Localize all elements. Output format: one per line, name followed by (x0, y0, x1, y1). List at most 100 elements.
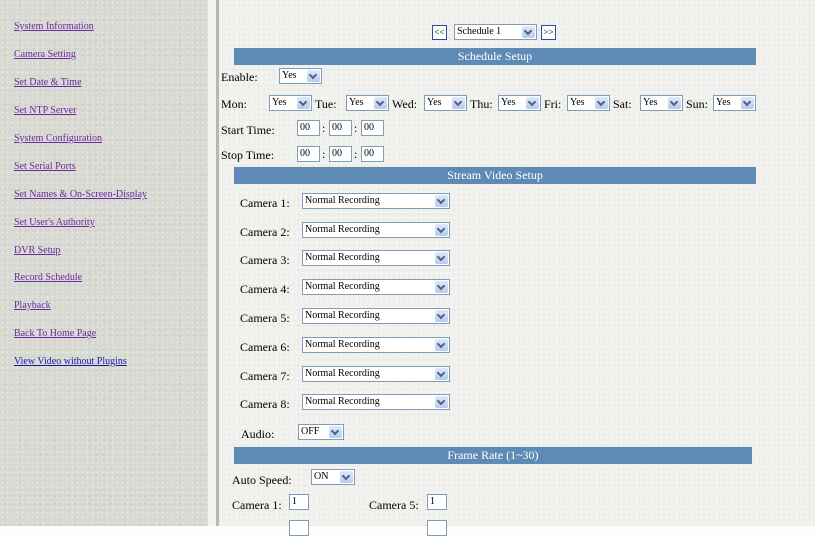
time-separator: : (322, 121, 326, 135)
frame-rate-camera-5-label: Camera 5: (369, 498, 419, 512)
recording-mode-value: Normal Recording (305, 195, 380, 206)
day-select-value: Yes (716, 97, 731, 108)
sidebar-item-view-video-without-plugins[interactable]: View Video without Plugins (14, 356, 127, 367)
camera-5-recording-select[interactable]: Normal Recording (302, 308, 450, 324)
audio-select-value: OFF (301, 426, 320, 437)
main-panel: << Schedule 1 >> Schedule Setup Enable: … (219, 0, 815, 536)
chevron-down-icon (435, 396, 448, 408)
stop-time-second-input[interactable]: 00 (361, 146, 384, 162)
chevron-down-icon (340, 471, 353, 483)
sidebar-item-set-ntp-server[interactable]: Set NTP Server (14, 105, 76, 116)
chevron-down-icon (435, 339, 448, 351)
chevron-down-icon (668, 97, 681, 109)
audio-label: Audio: (241, 427, 275, 441)
camera-6-recording-select[interactable]: Normal Recording (302, 337, 450, 353)
camera-8-recording-select[interactable]: Normal Recording (302, 394, 450, 410)
chevron-down-icon (435, 310, 448, 322)
frame-rate-camera-1-input[interactable]: 1 (289, 494, 309, 510)
frame-rate-camera-input-partial[interactable] (427, 520, 447, 536)
sidebar-item-back-to-home[interactable]: Back To Home Page (14, 328, 96, 339)
start-time-minute-input[interactable]: 00 (329, 120, 352, 136)
chevron-down-icon (595, 97, 608, 109)
frame-rate-camera-1-label: Camera 1: (232, 498, 282, 512)
day-label-thu: Thu: (470, 97, 493, 111)
day-select-mon[interactable]: Yes (269, 95, 312, 111)
enable-select-value: Yes (282, 70, 297, 81)
camera-4-recording-select[interactable]: Normal Recording (302, 279, 450, 295)
day-select-value: Yes (349, 97, 364, 108)
sidebar-item-system-configuration[interactable]: System Configuration (14, 133, 102, 144)
sidebar-item-set-names-osd[interactable]: Set Names & On-Screen-Display (14, 189, 147, 200)
day-select-thu[interactable]: Yes (498, 95, 541, 111)
chevron-down-icon (452, 97, 465, 109)
frame-rate-header: Frame Rate (1~30) (234, 447, 752, 464)
day-select-sun[interactable]: Yes (713, 95, 756, 111)
sidebar-item-system-information[interactable]: System Information (14, 21, 94, 32)
schedule-select-value: Schedule 1 (457, 26, 502, 37)
chevron-down-icon (526, 97, 539, 109)
camera-label: Camera 4: (240, 282, 290, 296)
recording-mode-value: Normal Recording (305, 224, 380, 235)
camera-label: Camera 6: (240, 340, 290, 354)
sidebar-item-dvr-setup[interactable]: DVR Setup (14, 245, 60, 256)
camera-label: Camera 7: (240, 369, 290, 383)
frame-rate-camera-5-input[interactable]: 1 (427, 494, 447, 510)
day-label-sat: Sat: (613, 97, 632, 111)
chevron-down-icon (435, 252, 448, 264)
day-label-fri: Fri: (544, 97, 562, 111)
stream-video-setup-header: Stream Video Setup (234, 167, 756, 184)
camera-7-recording-select[interactable]: Normal Recording (302, 366, 450, 382)
stop-time-minute-input[interactable]: 00 (329, 146, 352, 162)
chevron-down-icon (435, 224, 448, 236)
day-select-tue[interactable]: Yes (346, 95, 389, 111)
audio-select[interactable]: OFF (298, 424, 344, 440)
day-select-sat[interactable]: Yes (640, 95, 683, 111)
schedule-select[interactable]: Schedule 1 (454, 24, 537, 40)
schedule-setup-header: Schedule Setup (234, 48, 756, 65)
chevron-down-icon (307, 70, 320, 82)
chevron-down-icon (374, 97, 387, 109)
day-select-wed[interactable]: Yes (424, 95, 467, 111)
camera-label: Camera 5: (240, 311, 290, 325)
day-label-sun: Sun: (686, 97, 709, 111)
day-label-tue: Tue: (315, 97, 337, 111)
time-separator: : (354, 147, 358, 161)
auto-speed-label: Auto Speed: (232, 473, 292, 487)
camera-label: Camera 3: (240, 253, 290, 267)
day-label-wed: Wed: (392, 97, 418, 111)
prev-schedule-button[interactable]: << (432, 25, 447, 40)
auto-speed-select-value: ON (314, 471, 329, 482)
sidebar-item-set-serial-ports[interactable]: Set Serial Ports (14, 161, 76, 172)
camera-1-recording-select[interactable]: Normal Recording (302, 193, 450, 209)
sidebar-item-set-users-authority[interactable]: Set User's Authority (14, 217, 95, 228)
day-select-value: Yes (501, 97, 516, 108)
time-separator: : (354, 121, 358, 135)
chevron-down-icon (435, 195, 448, 207)
sidebar-item-camera-setting[interactable]: Camera Setting (14, 49, 76, 60)
camera-label: Camera 1: (240, 196, 290, 210)
day-select-value: Yes (570, 97, 585, 108)
start-time-second-input[interactable]: 00 (361, 120, 384, 136)
enable-label: Enable: (221, 70, 258, 84)
start-time-hour-input[interactable]: 00 (297, 120, 320, 136)
stop-time-hour-input[interactable]: 00 (297, 146, 320, 162)
day-select-fri[interactable]: Yes (567, 95, 610, 111)
recording-mode-value: Normal Recording (305, 339, 380, 350)
recording-mode-value: Normal Recording (305, 310, 380, 321)
enable-select[interactable]: Yes (279, 68, 322, 84)
sidebar-item-set-date-time[interactable]: Set Date & Time (14, 77, 82, 88)
start-time-label: Start Time: (221, 123, 275, 137)
day-select-value: Yes (272, 97, 287, 108)
next-schedule-button[interactable]: >> (541, 25, 556, 40)
day-label-mon: Mon: (221, 97, 248, 111)
sidebar-item-playback[interactable]: Playback (14, 300, 51, 311)
camera-3-recording-select[interactable]: Normal Recording (302, 250, 450, 266)
chevron-down-icon (741, 97, 754, 109)
sidebar-item-record-schedule[interactable]: Record Schedule (14, 272, 82, 283)
camera-2-recording-select[interactable]: Normal Recording (302, 222, 450, 238)
recording-mode-value: Normal Recording (305, 281, 380, 292)
auto-speed-select[interactable]: ON (311, 469, 355, 485)
camera-label: Camera 8: (240, 397, 290, 411)
frame-rate-camera-input-partial[interactable] (289, 520, 309, 536)
sidebar: System Information Camera Setting Set Da… (0, 0, 208, 526)
